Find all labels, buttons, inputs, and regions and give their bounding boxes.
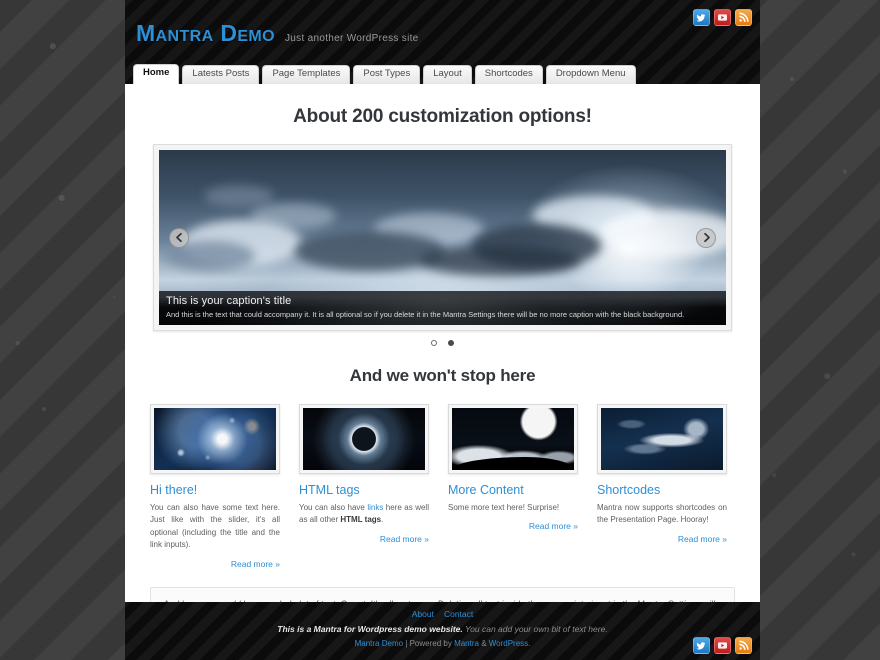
- site-title[interactable]: Mantra Demo: [136, 20, 275, 47]
- read-more-link-3[interactable]: Read more »: [448, 521, 578, 531]
- main-content: About 200 customization options! This is…: [125, 84, 760, 602]
- slider-pagination: [139, 340, 746, 346]
- slider-next-button[interactable]: [696, 227, 716, 248]
- footer-theme-link[interactable]: Mantra: [454, 639, 479, 648]
- read-more-link-4[interactable]: Read more »: [597, 534, 727, 544]
- site-footer: About Contact This is a Mantra for Wordpr…: [125, 602, 760, 660]
- nav-item-page-templates[interactable]: Page Templates: [262, 65, 351, 84]
- feature-text-4: Mantra now supports shortcodes on the Pr…: [597, 503, 727, 525]
- feature-title-4[interactable]: Shortcodes: [597, 483, 727, 498]
- text-bold: HTML tags: [340, 515, 382, 525]
- header-social-links: [693, 9, 752, 26]
- text-after: .: [381, 515, 384, 525]
- slider-caption: This is your caption's title And this is…: [159, 291, 726, 325]
- nebula-image: [154, 408, 276, 470]
- page-title: About 200 customization options!: [293, 106, 592, 127]
- site-wrapper: Mantra Demo Just another WordPress site …: [125, 0, 760, 660]
- feature-columns: Hi there! You can also have some text he…: [139, 404, 746, 569]
- youtube-icon[interactable]: [714, 9, 731, 26]
- footer-link-about[interactable]: About: [412, 609, 434, 619]
- arrow-left-icon: [175, 232, 182, 243]
- twitter-icon[interactable]: [693, 9, 710, 26]
- youtube-icon[interactable]: [714, 637, 731, 654]
- arrow-right-icon: [703, 232, 710, 243]
- nav-item-dropdown-menu[interactable]: Dropdown Menu: [545, 65, 636, 84]
- site-branding: Mantra Demo Just another WordPress site: [136, 20, 419, 47]
- thumbnail-frame[interactable]: [150, 404, 280, 474]
- slider-dot-1[interactable]: [431, 340, 437, 346]
- feature-column-3: More Content Some more text here! Surpri…: [448, 404, 578, 569]
- slider-dot-2[interactable]: [448, 340, 454, 346]
- slider-prev-button[interactable]: [169, 227, 189, 248]
- nav-item-post-types[interactable]: Post Types: [353, 65, 421, 84]
- footer-tagline: This is a Mantra for Wordpress demo webs…: [125, 624, 760, 634]
- thumbnail-frame[interactable]: [448, 404, 578, 474]
- site-header: Mantra Demo Just another WordPress site: [125, 0, 760, 60]
- rss-icon[interactable]: [735, 637, 752, 654]
- eclipse-image: [303, 408, 425, 470]
- footer-social-links: [693, 637, 752, 654]
- footer-amp: &: [478, 639, 489, 648]
- nav-item-layout[interactable]: Layout: [423, 65, 472, 84]
- text-zone: And here you could have a whole lot of t…: [150, 586, 735, 602]
- nav-item-latests-posts[interactable]: Latests Posts: [182, 65, 260, 84]
- footer-navigation: About Contact: [125, 609, 760, 619]
- twitter-icon[interactable]: [693, 637, 710, 654]
- primary-navigation: Home Latests Posts Page Templates Post T…: [125, 60, 760, 84]
- cloud-shape: [204, 185, 275, 207]
- slider-caption-title: This is your caption's title: [166, 295, 292, 308]
- footer-tagline-rest: You can add your own bit of text here.: [462, 624, 608, 634]
- footer-tagline-bold: This is a Mantra for Wordpress demo webs…: [277, 624, 463, 634]
- rss-icon[interactable]: [735, 9, 752, 26]
- thumbnail-frame[interactable]: [299, 404, 429, 474]
- moon-image: [452, 408, 574, 470]
- inline-link[interactable]: links: [367, 503, 383, 512]
- slider-stage: This is your caption's title And this is…: [159, 150, 726, 325]
- nav-item-shortcodes[interactable]: Shortcodes: [474, 65, 543, 84]
- feature-title-2[interactable]: HTML tags: [299, 483, 429, 498]
- thumbnail-frame[interactable]: [597, 404, 727, 474]
- footer-link-contact[interactable]: Contact: [444, 609, 473, 619]
- footer-separator: | Powered by: [403, 639, 455, 648]
- text-before: You can also have: [299, 503, 368, 512]
- footer-site-link[interactable]: Mantra Demo: [355, 639, 403, 648]
- nav-item-home[interactable]: Home: [133, 64, 180, 84]
- feature-text-1: You can also have some text here. Just l…: [150, 503, 280, 550]
- footer-wordpress-link[interactable]: WordPress: [489, 639, 528, 648]
- feature-text-3: Some more text here! Surprise!: [448, 503, 560, 512]
- featured-slider: This is your caption's title And this is…: [153, 144, 732, 331]
- site-description: Just another WordPress site: [285, 33, 419, 44]
- whale-image: [601, 408, 723, 470]
- slider-caption-text: And this is the text that could accompan…: [166, 309, 685, 319]
- feature-title-1[interactable]: Hi there!: [150, 483, 280, 498]
- footer-credits: Mantra Demo | Powered by Mantra & WordPr…: [125, 639, 760, 648]
- feature-column-1: Hi there! You can also have some text he…: [150, 404, 280, 569]
- read-more-link-1[interactable]: Read more »: [150, 559, 280, 569]
- feature-title-3[interactable]: More Content: [448, 483, 578, 498]
- section-title: And we won't stop here: [349, 366, 536, 385]
- read-more-link-2[interactable]: Read more »: [299, 534, 429, 544]
- feature-column-4: Shortcodes Mantra now supports shortcode…: [597, 404, 727, 569]
- feature-text-2: You can also have links here as well as …: [299, 502, 429, 527]
- footer-period: .: [528, 639, 531, 648]
- feature-column-2: HTML tags You can also have links here a…: [299, 404, 429, 569]
